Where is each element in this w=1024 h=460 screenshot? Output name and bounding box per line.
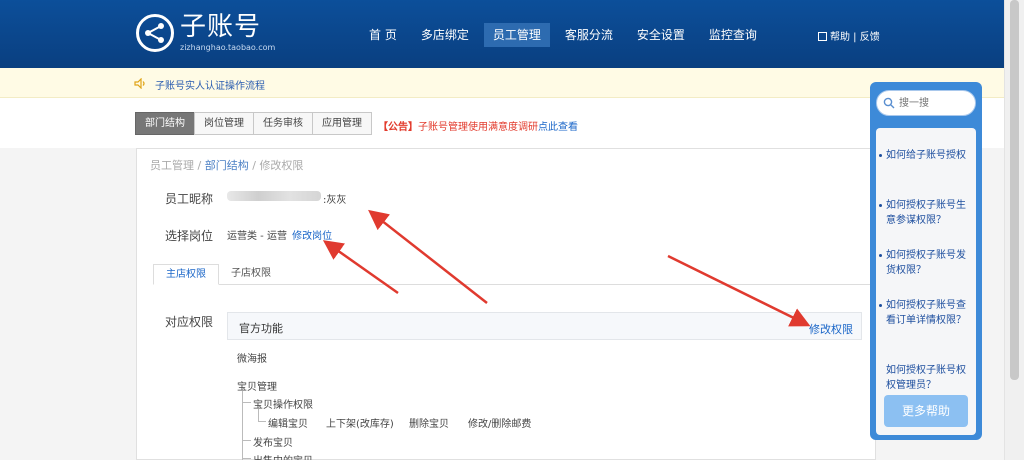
tab-app-management[interactable]: 应用管理	[312, 112, 372, 135]
faq-item[interactable]: 如何授权子账号发货权限？	[879, 248, 972, 278]
search-icon	[883, 97, 895, 109]
nickname-value: :灰灰	[323, 195, 347, 206]
help-sidebar: 如何给子账号授权 如何授权子账号生意参谋权限？ 如何授权子账号发货权限？ 如何授…	[870, 82, 982, 440]
position-row: 运营类 - 运营 修改岗位	[227, 227, 332, 242]
main-nav: 首 页 多店绑定 员工管理 客服分流 安全设置 监控查询	[360, 23, 772, 47]
announcement-text: 子账号管理使用满意度调研	[418, 122, 538, 133]
nav-monitor[interactable]: 监控查询	[700, 23, 766, 47]
edit-position-link[interactable]: 修改岗位	[292, 231, 332, 242]
tree-weihaibao: 微海报	[237, 354, 267, 365]
breadcrumb: 员工管理 / 部门结构 / 修改权限	[150, 159, 304, 172]
sub-tabs: 部门结构 岗位管理 任务审核 应用管理	[135, 112, 372, 135]
more-help-button[interactable]: 更多帮助	[884, 395, 968, 427]
nav-multi-store[interactable]: 多店绑定	[412, 23, 478, 47]
announcement-link[interactable]: 点此查看	[538, 122, 578, 133]
speaker-icon	[134, 78, 145, 89]
side-search[interactable]	[876, 90, 976, 116]
blurred-nickname	[227, 191, 321, 201]
tab-task-review[interactable]: 任务审核	[253, 112, 313, 135]
breadcrumb-current: 修改权限	[259, 159, 304, 172]
tab-sub-store[interactable]: 子店权限	[219, 264, 283, 284]
edit-permission-link[interactable]: 修改权限	[809, 321, 853, 337]
faq-item[interactable]: 如何授权子账号生意参谋权限？	[879, 198, 972, 228]
faq-item[interactable]: 如何授权子账号查看订单详情权限？	[879, 298, 972, 328]
breadcrumb-staff[interactable]: 员工管理	[150, 159, 194, 172]
page-scrollbar[interactable]	[1004, 0, 1024, 460]
nav-security[interactable]: 安全设置	[628, 23, 694, 47]
faq-item[interactable]: 如何授权子账号权权管理员？	[886, 363, 972, 391]
tree-op-edit: 编辑宝贝	[268, 419, 308, 430]
announcement: 【公告】子账号管理使用满意度调研点此查看	[378, 118, 578, 133]
side-search-input[interactable]	[899, 95, 971, 111]
nav-customer-service[interactable]: 客服分流	[556, 23, 622, 47]
breadcrumb-department[interactable]: 部门结构	[205, 159, 249, 172]
external-link-icon	[818, 32, 827, 41]
tree-publish: 发布宝贝	[253, 438, 293, 449]
permission-tabs: 主店权限 子店权限	[153, 264, 877, 285]
official-functions-header: 官方功能 修改权限	[227, 312, 862, 340]
scrollbar-thumb[interactable]	[1010, 0, 1019, 380]
tab-department-structure[interactable]: 部门结构	[135, 112, 195, 135]
logo-subtitle: zizhanghao.taobao.com	[180, 43, 276, 52]
help-links: 帮助 | 反馈	[818, 28, 880, 43]
tree-op-listing: 上下架(改库存)	[326, 419, 394, 430]
permission-label: 对应权限	[165, 315, 214, 329]
position-label: 选择岗位	[165, 229, 214, 243]
feedback-link[interactable]: 反馈	[860, 32, 880, 43]
tree-op-postage: 修改/删除邮费	[468, 419, 532, 430]
official-functions-title: 官方功能	[239, 322, 283, 335]
nav-staff-management[interactable]: 员工管理	[483, 23, 550, 47]
logo-icon	[136, 14, 174, 52]
nickname-label: 员工昵称	[165, 192, 214, 206]
tab-position-management[interactable]: 岗位管理	[194, 112, 254, 135]
tree-baobei-management: 宝贝管理	[237, 382, 277, 393]
announcement-tag: 【公告】	[378, 122, 418, 133]
tab-main-store[interactable]: 主店权限	[153, 264, 219, 285]
nav-home[interactable]: 首 页	[360, 23, 406, 47]
faq-list: 如何给子账号授权 如何授权子账号生意参谋权限？ 如何授权子账号发货权限？ 如何授…	[876, 128, 976, 435]
help-link[interactable]: 帮助	[830, 32, 850, 43]
tree-op-delete: 删除宝贝	[409, 419, 449, 430]
logo[interactable]: 子账号 zizhanghao.taobao.com	[136, 12, 276, 60]
notice-link[interactable]: 子账号实人认证操作流程	[155, 77, 265, 92]
top-header: 子账号 zizhanghao.taobao.com 首 页 多店绑定 员工管理 …	[0, 0, 1024, 68]
faq-item[interactable]: 如何给子账号授权	[879, 148, 972, 163]
logo-title: 子账号	[180, 12, 262, 42]
tree-baobei-ops: 宝贝操作权限	[253, 400, 313, 411]
position-value: 运营类 - 运营	[227, 231, 287, 242]
main-panel: 员工管理 / 部门结构 / 修改权限 员工昵称 :灰灰 选择岗位 运营类 - 运…	[136, 148, 877, 460]
tree-selling: 出售中的宝贝	[253, 452, 313, 460]
